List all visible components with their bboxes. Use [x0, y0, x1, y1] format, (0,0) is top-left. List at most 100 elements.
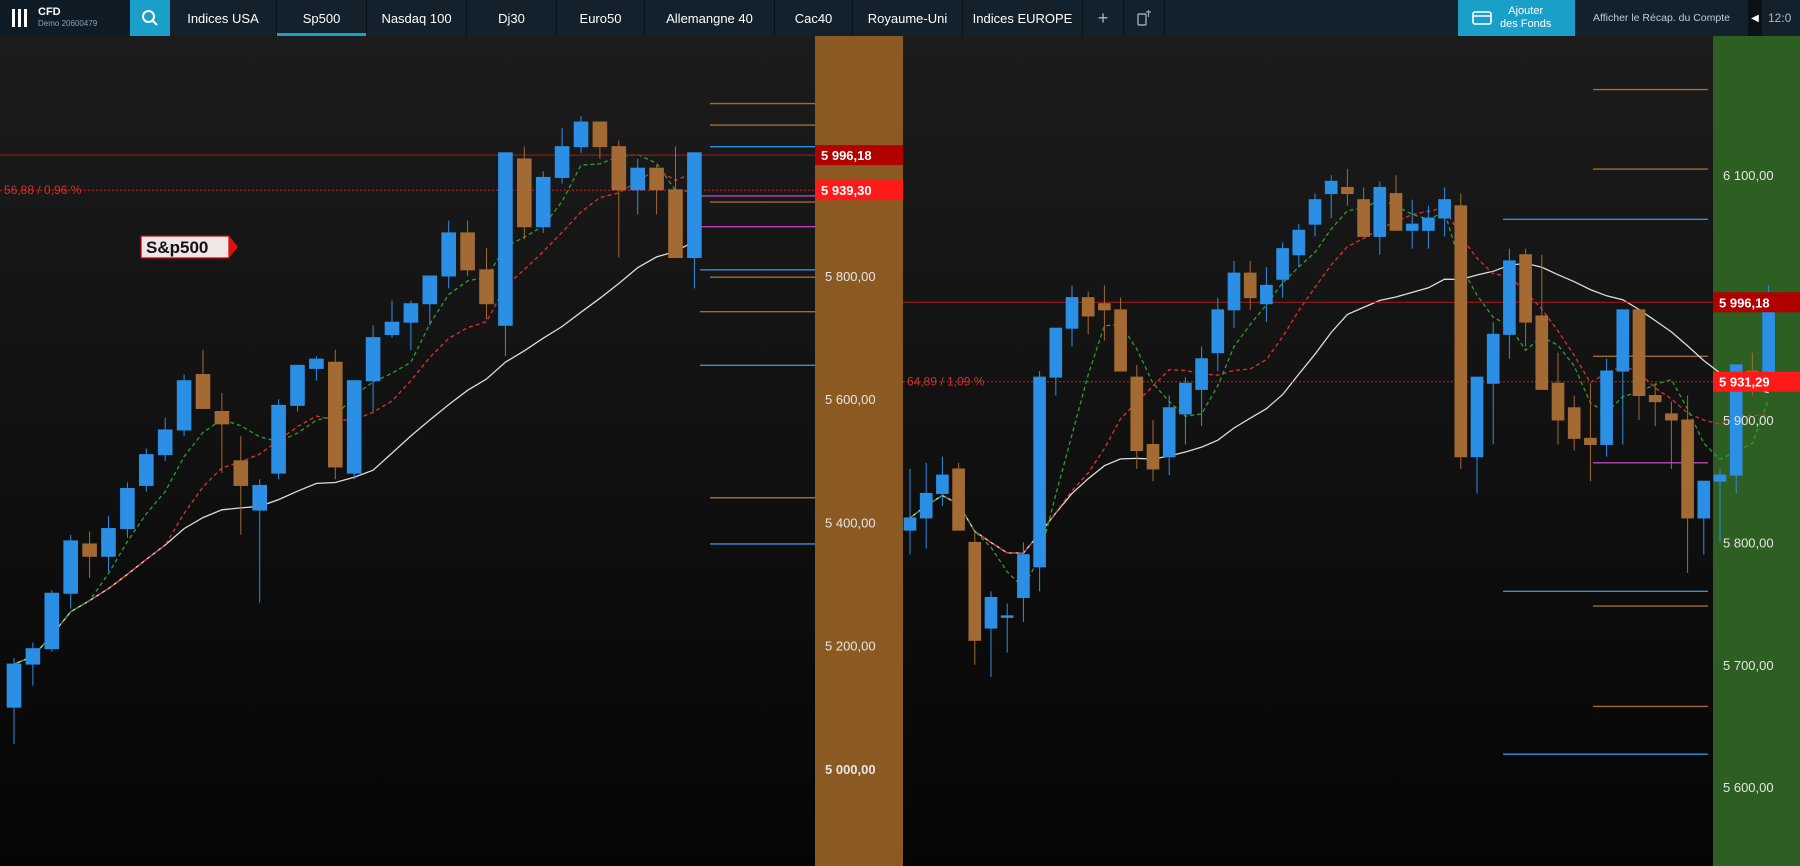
tab-indices-usa[interactable]: Indices USA [170, 0, 277, 36]
candle-body [1665, 413, 1678, 421]
price-axis-label: 5 400,00 [825, 515, 876, 530]
candle-body [120, 488, 135, 530]
price-axis-label: 5 200,00 [825, 639, 876, 654]
candle-body [25, 648, 41, 665]
account-summary-link[interactable]: Afficher le Récap. du Compte [1575, 0, 1748, 36]
candle-body [82, 543, 97, 557]
candle-body [649, 167, 664, 191]
candle-body [1600, 370, 1613, 445]
candle-body [1081, 297, 1095, 317]
price-tag-value: 5 996,18 [1719, 295, 1770, 310]
candle-body [1341, 186, 1354, 195]
add-funds-button[interactable]: Ajouter des Fonds [1458, 0, 1575, 36]
candle-body [611, 146, 627, 191]
candle-body [1519, 254, 1532, 323]
price-axis-label: 6 100,00 [1723, 168, 1774, 183]
candle-body [1422, 217, 1435, 231]
candle-body [422, 275, 438, 305]
candle-body [1535, 315, 1549, 390]
candle-body [1681, 419, 1694, 519]
change-label: 64,89 / 1,09 % [907, 375, 985, 389]
candle-body [1000, 615, 1014, 618]
wallet-icon [1472, 11, 1492, 25]
tab-indices-europe[interactable]: Indices EUROPE [963, 0, 1083, 36]
collapse-panel-button[interactable]: ◀ [1748, 0, 1762, 36]
chevron-left-icon: ◀ [1751, 12, 1759, 24]
top-toolbar: CFD Demo 20600479 Indices USA Sp500 Nasd… [0, 0, 1800, 36]
candle-body [1405, 223, 1419, 231]
price-axis-label: 5 000,00 [825, 762, 876, 777]
candle-body [1049, 327, 1063, 378]
candle-body [592, 121, 608, 148]
tab-dj30[interactable]: Dj30 [467, 0, 557, 36]
plus-icon: + [1097, 7, 1109, 28]
candle-body [1648, 395, 1662, 403]
price-tag-value: 5 939,30 [821, 183, 872, 198]
left-price-chart[interactable]: 5 800,00 5 600,00 5 400,00 5 200,00 5 000,00… [0, 36, 903, 866]
candle-body [952, 468, 965, 531]
candle-body [101, 528, 116, 557]
edit-tabs-button[interactable] [1124, 0, 1165, 36]
candle-body [1373, 186, 1387, 237]
candle-body [968, 541, 982, 641]
price-axis-label: 5 800,00 [825, 269, 876, 284]
tab-cac40[interactable]: Cac40 [775, 0, 853, 36]
tab-label: Euro50 [579, 10, 622, 26]
price-axis-label: 5 800,00 [1723, 535, 1774, 550]
account-summary-label: Afficher le Récap. du Compte [1593, 12, 1730, 24]
candle-body [535, 176, 551, 228]
tab-sp500[interactable]: Sp500 [277, 0, 367, 36]
candle-body [919, 492, 933, 519]
tab-royaume-uni[interactable]: Royaume-Uni [853, 0, 963, 36]
candle-body [1503, 260, 1516, 335]
candle-body [384, 321, 400, 336]
candle-body [346, 380, 362, 474]
candle-body [1114, 309, 1127, 372]
app-logo: CFD Demo 20600479 [0, 0, 130, 36]
tab-euro50[interactable]: Euro50 [557, 0, 645, 36]
candle-body [176, 380, 192, 431]
candle-body [903, 517, 917, 531]
candle-body [214, 411, 230, 425]
candle-body [1454, 205, 1468, 458]
candle-body [1324, 180, 1338, 195]
price-tag-value: 5 931,29 [1719, 375, 1770, 390]
clock: 12:0 [1768, 11, 1792, 25]
candle-body [252, 484, 268, 511]
candle-body [157, 429, 173, 456]
right-price-chart[interactable]: 6 100,00 5 900,00 5 800,00 5 700,00 5 600,00… [903, 36, 1800, 866]
add-funds-label: Ajouter des Fonds [1500, 5, 1552, 30]
candle-body [1130, 376, 1144, 452]
candle-body [1584, 437, 1597, 445]
tab-allemangne-40[interactable]: Allemangne 40 [645, 0, 775, 36]
tab-label: Cac40 [794, 10, 833, 26]
search-button[interactable] [130, 0, 170, 36]
candle-body [1162, 407, 1176, 458]
price-axis-label: 5 700,00 [1723, 658, 1774, 673]
tab-label: Allemangne 40 [666, 10, 753, 26]
candle-body [44, 592, 60, 650]
price-axis-panel [1713, 36, 1800, 866]
edit-layout-icon [1137, 10, 1151, 26]
tab-nasdaq-100[interactable]: Nasdaq 100 [367, 0, 467, 36]
candle-body [1065, 297, 1079, 329]
candle-body [668, 189, 683, 259]
candle-body [1098, 303, 1111, 311]
tab-label: Royaume-Uni [867, 10, 948, 26]
candle-body [1697, 480, 1711, 519]
candle-body [441, 232, 457, 277]
candle-body [1146, 443, 1160, 470]
candle-body [309, 358, 324, 369]
candle-body [516, 158, 532, 228]
price-axis-label: 5 600,00 [1723, 780, 1774, 795]
candle-body [1713, 474, 1727, 482]
tab-label: Indices EUROPE [972, 10, 1073, 26]
plot-background [903, 36, 1713, 866]
add-tab-button[interactable]: + [1083, 0, 1124, 36]
symbol-tag: S&p500 [140, 235, 238, 259]
candle-body [1292, 229, 1306, 256]
candle-body [1389, 193, 1403, 231]
tab-label: Sp500 [302, 10, 341, 26]
candle-body [1017, 554, 1030, 598]
candle-body [1227, 272, 1241, 311]
